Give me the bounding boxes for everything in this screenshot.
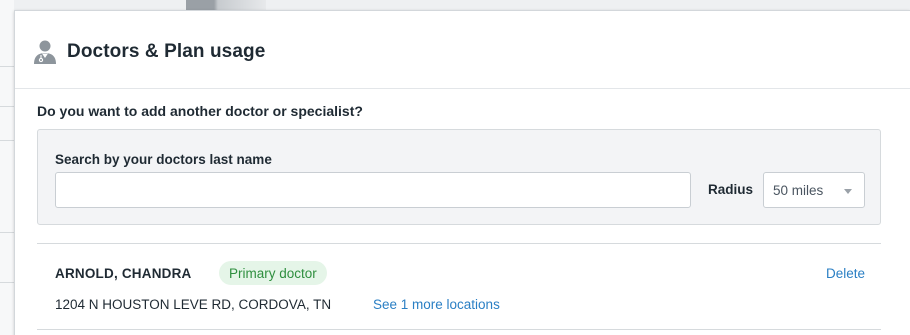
radius-selected-value: 50 miles xyxy=(773,182,824,198)
doctor-user-icon xyxy=(34,40,56,64)
add-doctor-question: Do you want to add another doctor or spe… xyxy=(37,103,363,119)
doctors-plan-usage-card: Doctors & Plan usage Do you want to add … xyxy=(14,10,910,335)
background-panel xyxy=(0,0,14,335)
doctor-list-item: ARNOLD, CHANDRA Primary doctor Delete 12… xyxy=(37,244,881,329)
doctor-search-panel: Search by your doctors last name Radius … xyxy=(37,129,881,225)
header-divider xyxy=(15,88,910,89)
see-more-locations-link[interactable]: See 1 more locations xyxy=(373,297,500,312)
card-title: Doctors & Plan usage xyxy=(67,41,266,62)
radius-select[interactable]: 50 miles xyxy=(763,172,865,208)
background-divider xyxy=(0,282,14,283)
search-label: Search by your doctors last name xyxy=(55,152,272,167)
background-divider xyxy=(0,232,14,233)
background-tab xyxy=(186,0,266,10)
radius-label: Radius xyxy=(708,182,754,197)
doctor-last-name-input[interactable] xyxy=(55,172,691,208)
doctor-name: ARNOLD, CHANDRA xyxy=(55,266,192,281)
card-header: Doctors & Plan usage xyxy=(33,37,265,67)
doctor-address: 1204 N HOUSTON LEVE RD, CORDOVA, TN xyxy=(55,297,332,312)
list-divider xyxy=(37,329,881,330)
delete-doctor-link[interactable]: Delete xyxy=(826,266,865,281)
primary-doctor-badge: Primary doctor xyxy=(219,261,327,285)
background-divider xyxy=(0,66,14,67)
chevron-down-icon xyxy=(844,189,852,194)
background-divider xyxy=(0,106,14,107)
background-divider xyxy=(0,140,14,141)
